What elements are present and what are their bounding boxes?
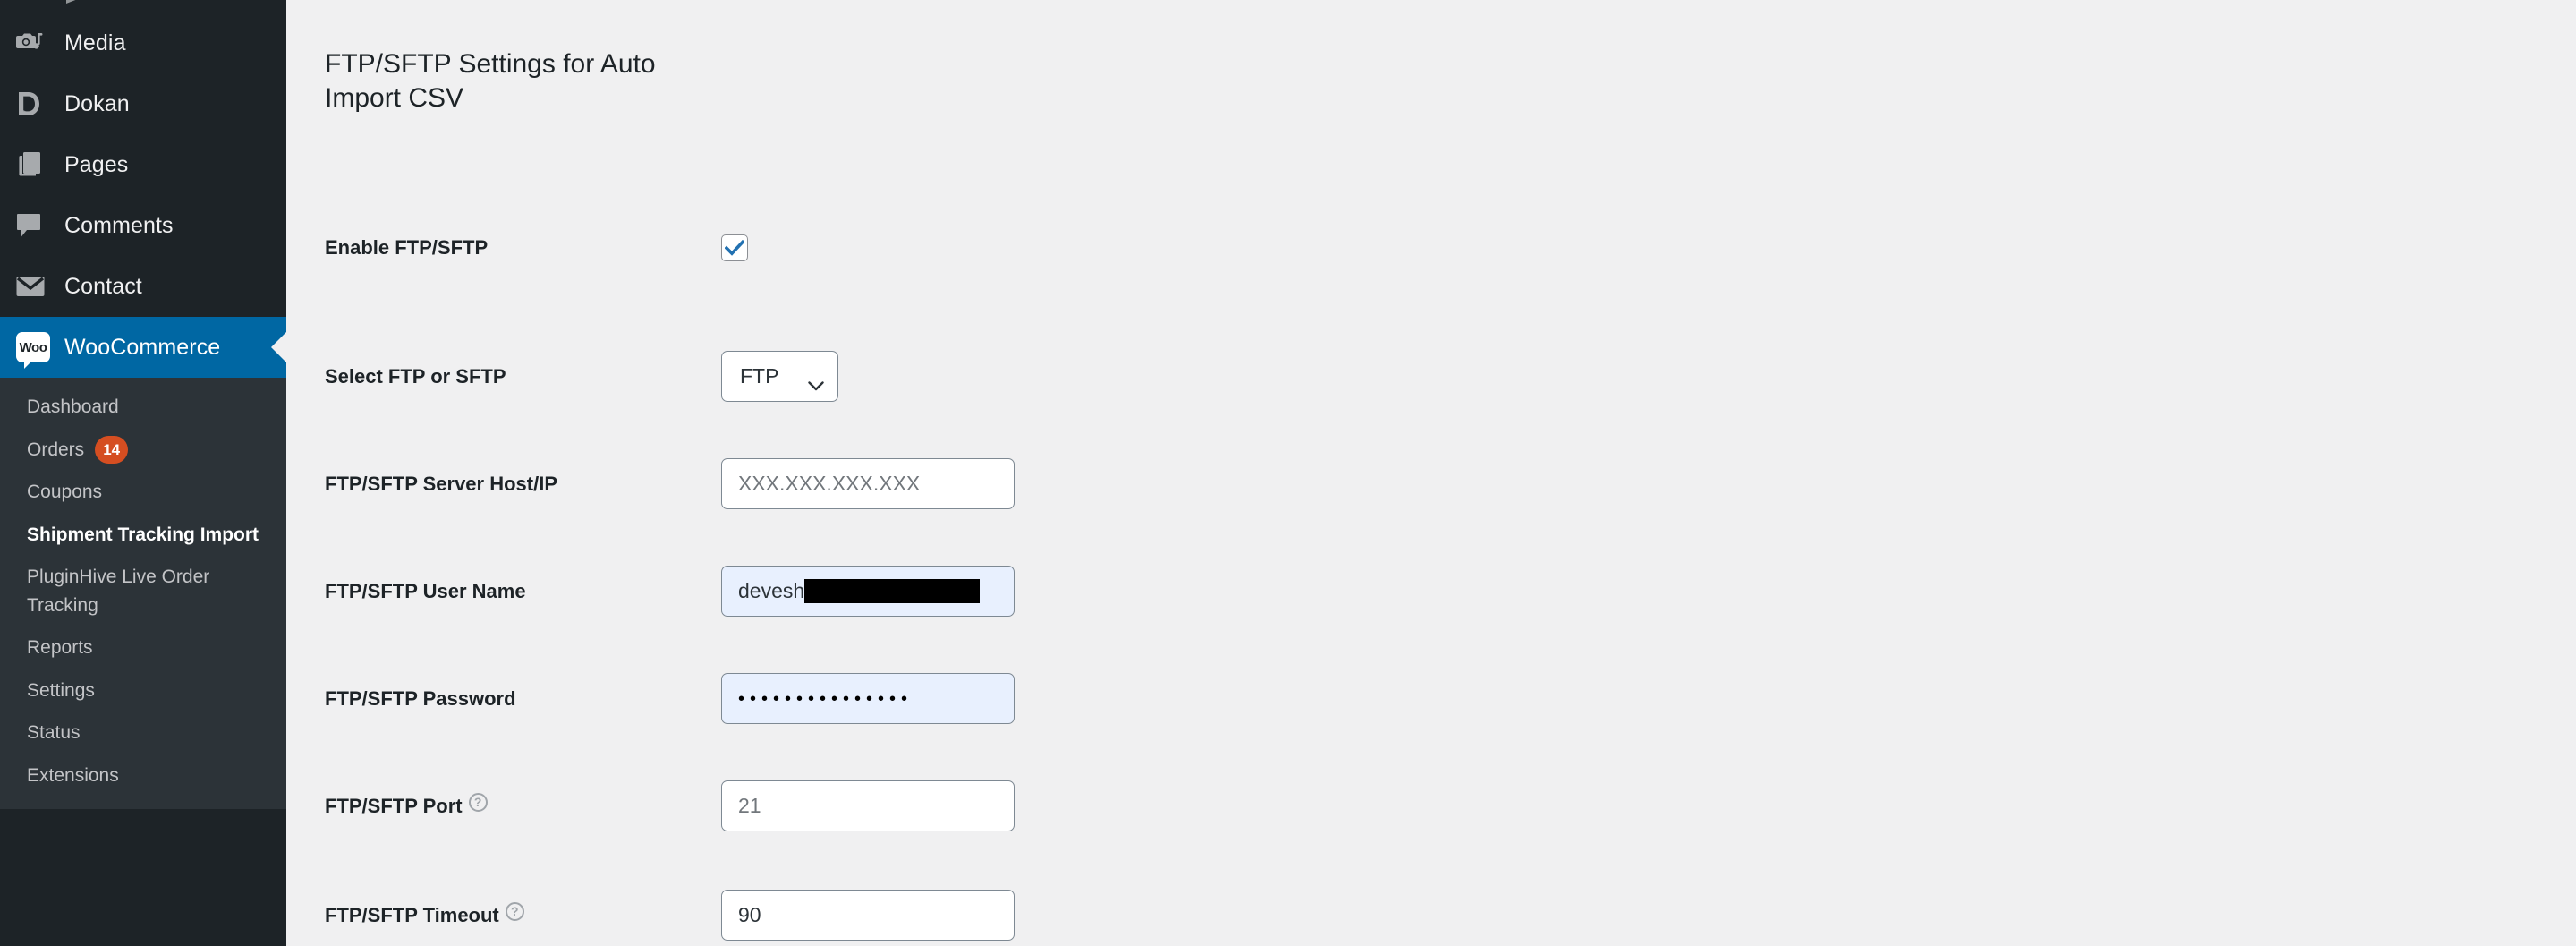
- settings-content: FTP/SFTP Settings for Auto Import CSV En…: [286, 0, 2576, 946]
- orders-count-badge: 14: [95, 435, 129, 464]
- submenu-item-label: Dashboard: [27, 396, 119, 417]
- woocommerce-submenu: Dashboard Orders 14 Coupons Shipment Tra…: [0, 378, 286, 809]
- form-row-username: FTP/SFTP User Name devesh: [325, 566, 1309, 617]
- form-row-port: FTP/SFTP Port ? 21: [325, 780, 1309, 831]
- submenu-item-shipment-tracking-import[interactable]: Shipment Tracking Import: [0, 514, 286, 557]
- sidebar-item-woocommerce[interactable]: Woo WooCommerce: [0, 317, 286, 378]
- submenu-item-orders[interactable]: Orders 14: [0, 429, 286, 472]
- page-title: FTP/SFTP Settings for Auto Import CSV: [325, 49, 656, 113]
- port-input[interactable]: 21: [721, 780, 1015, 831]
- submenu-item-dashboard[interactable]: Dashboard: [0, 386, 286, 429]
- sidebar-item-label: Comments: [64, 212, 174, 238]
- enable-ftp-checkbox[interactable]: [721, 234, 748, 261]
- port-label: FTP/SFTP Port ?: [325, 792, 721, 818]
- submenu-item-label: PluginHive Live Order Tracking: [27, 567, 210, 616]
- form-row-timeout: FTP/SFTP Timeout ? 90: [325, 890, 1309, 941]
- woocommerce-icon: Woo: [16, 332, 64, 369]
- sidebar-item-label: Media: [64, 30, 126, 55]
- current-menu-pointer-icon: [271, 332, 286, 362]
- partial-icon: [66, 0, 89, 4]
- sidebar-item-pages[interactable]: Pages: [0, 134, 286, 195]
- submenu-item-pluginhive-live-order-tracking[interactable]: PluginHive Live Order Tracking: [0, 556, 286, 626]
- enable-ftp-label: Enable FTP/SFTP: [325, 236, 489, 259]
- timeout-input-value: 90: [738, 903, 761, 926]
- host-input-placeholder: XXX.XXX.XXX.XXX: [738, 472, 921, 495]
- dokan-icon: [16, 90, 64, 117]
- sidebar-top-partial-item: [0, 0, 286, 13]
- username-input[interactable]: devesh: [721, 566, 1015, 617]
- submenu-item-label: Reports: [27, 637, 93, 658]
- host-input[interactable]: XXX.XXX.XXX.XXX: [721, 458, 1015, 509]
- form-row-enable-ftp: Enable FTP/SFTP: [325, 234, 1309, 261]
- sidebar-item-label: Contact: [64, 273, 142, 299]
- checkmark-icon: [725, 240, 744, 256]
- port-help-icon[interactable]: ?: [468, 792, 488, 812]
- chevron-down-icon: [808, 372, 824, 390]
- admin-page: Media Dokan Pages Comments Contact Woo W…: [0, 0, 2576, 946]
- submenu-item-status[interactable]: Status: [0, 712, 286, 754]
- media-icon: [16, 31, 64, 55]
- form-row-protocol: Select FTP or SFTP FTP: [325, 351, 1309, 402]
- timeout-input[interactable]: 90: [721, 890, 1015, 941]
- host-label: FTP/SFTP Server Host/IP: [325, 472, 558, 495]
- submenu-item-label: Extensions: [27, 764, 119, 786]
- sidebar-item-label: Dokan: [64, 90, 130, 116]
- submenu-item-coupons[interactable]: Coupons: [0, 471, 286, 514]
- contact-mail-icon: [16, 276, 64, 297]
- submenu-item-label: Orders: [27, 439, 85, 460]
- sidebar-item-dokan[interactable]: Dokan: [0, 73, 286, 134]
- pages-icon: [16, 151, 64, 178]
- username-label: FTP/SFTP User Name: [325, 579, 526, 602]
- timeout-help-icon[interactable]: ?: [505, 901, 524, 921]
- protocol-select-value: FTP: [740, 364, 779, 388]
- protocol-label: Select FTP or SFTP: [325, 364, 506, 388]
- protocol-select[interactable]: FTP: [721, 351, 838, 402]
- submenu-item-extensions[interactable]: Extensions: [0, 754, 286, 797]
- sidebar-item-contact[interactable]: Contact: [0, 256, 286, 317]
- password-input-value: •••••••••••••••: [738, 688, 914, 709]
- submenu-item-label: Settings: [27, 679, 95, 701]
- password-label: FTP/SFTP Password: [325, 686, 516, 710]
- password-input[interactable]: •••••••••••••••: [721, 673, 1015, 724]
- submenu-item-label: Status: [27, 722, 81, 743]
- woo-icon-label: Woo: [19, 339, 47, 355]
- sidebar-item-media[interactable]: Media: [0, 13, 286, 73]
- username-input-value: devesh: [738, 579, 805, 602]
- form-row-password: FTP/SFTP Password •••••••••••••••: [325, 673, 1309, 724]
- submenu-item-reports[interactable]: Reports: [0, 626, 286, 669]
- sidebar-item-comments[interactable]: Comments: [0, 195, 286, 256]
- sidebar-item-label: WooCommerce: [64, 334, 221, 360]
- comments-icon: [16, 212, 64, 239]
- submenu-item-label: Shipment Tracking Import: [27, 524, 259, 545]
- port-input-placeholder: 21: [738, 794, 761, 817]
- redaction-bar: [804, 579, 981, 603]
- sidebar-item-label: Pages: [64, 151, 129, 177]
- submenu-item-label: Coupons: [27, 482, 103, 502]
- submenu-item-settings[interactable]: Settings: [0, 669, 286, 712]
- admin-sidebar: Media Dokan Pages Comments Contact Woo W…: [0, 0, 286, 946]
- timeout-label: FTP/SFTP Timeout ?: [325, 901, 721, 927]
- form-row-host: FTP/SFTP Server Host/IP XXX.XXX.XXX.XXX: [325, 458, 1309, 509]
